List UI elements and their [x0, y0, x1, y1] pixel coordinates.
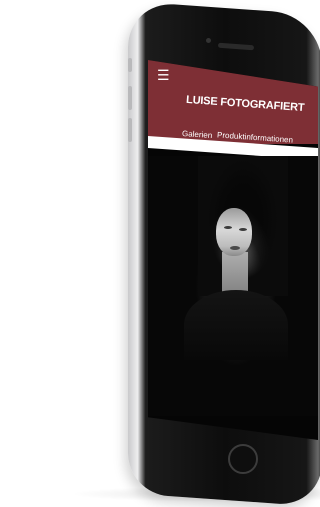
mute-switch: [128, 58, 132, 72]
mockup-stage: ☰ LUISE FOTOGRAFIERT Galerien Produktinf…: [0, 0, 320, 507]
portrait-eye: [224, 226, 232, 229]
volume-down-button: [128, 118, 132, 142]
front-camera: [206, 38, 211, 43]
portrait-eye: [239, 228, 247, 231]
volume-up-button: [128, 86, 132, 110]
home-button[interactable]: [228, 444, 258, 474]
portrait-lips: [230, 246, 240, 250]
hamburger-menu-icon[interactable]: ☰: [157, 68, 170, 82]
site-title[interactable]: LUISE FOTOGRAFIERT: [186, 94, 305, 114]
portrait-shoulders: [184, 290, 288, 360]
phone-screen: ☰ LUISE FOTOGRAFIERT Galerien Produktinf…: [148, 60, 318, 440]
